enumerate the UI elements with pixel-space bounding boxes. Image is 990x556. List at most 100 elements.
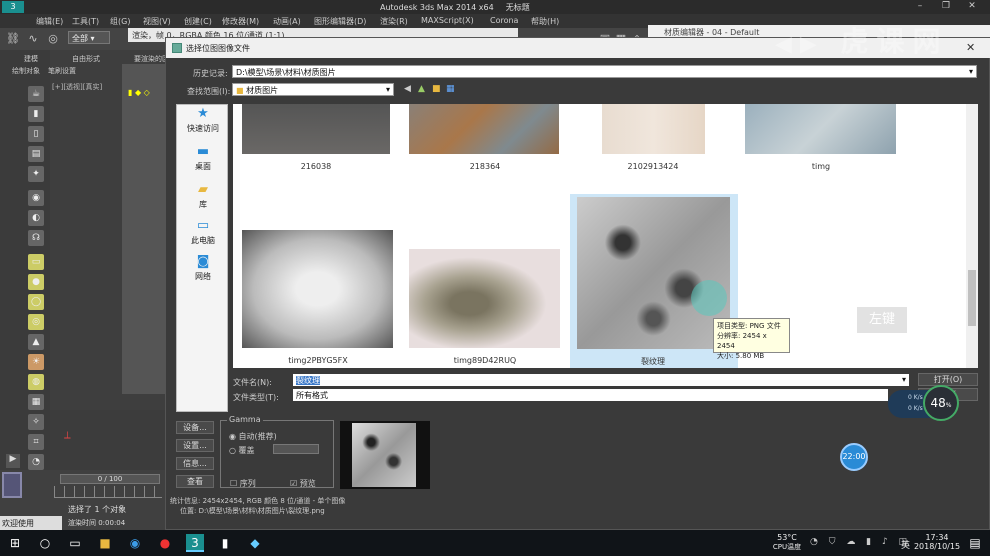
tab-paint-objects[interactable]: 绘制对象	[12, 66, 40, 76]
file-thumbnail[interactable]	[409, 104, 559, 154]
menu-views[interactable]: 视图(V)	[143, 16, 171, 27]
plane-icon[interactable]: ▭	[28, 254, 44, 270]
file-thumbnail[interactable]	[409, 249, 560, 348]
file-thumbnail[interactable]	[242, 104, 390, 154]
lookin-dropdown[interactable]: ■ 材质图片 ▾	[232, 83, 394, 96]
torus-icon[interactable]: ◯	[28, 294, 44, 310]
viewport-strip[interactable]: ▮ ◆ ◇	[122, 64, 165, 394]
light-icon[interactable]: ✦	[28, 166, 44, 182]
file-thumbnail[interactable]	[577, 197, 730, 349]
menu-help[interactable]: 帮助(H)	[531, 16, 559, 27]
file-thumbnail[interactable]	[242, 230, 393, 348]
file-thumbnail[interactable]	[602, 104, 705, 154]
link-icon[interactable]: ⛓	[6, 32, 20, 46]
info-button[interactable]: 信息...	[176, 457, 214, 470]
setup-button[interactable]: 设备...	[176, 421, 214, 434]
gamma-override-radio[interactable]: ○ 覆盖	[229, 445, 255, 456]
sun-icon[interactable]: ☀	[28, 354, 44, 370]
unlink-icon[interactable]: ∿	[26, 32, 40, 46]
sphere-icon[interactable]: ●	[28, 274, 44, 290]
helper-icon[interactable]: ◐	[28, 210, 44, 226]
timeline-slider[interactable]: 0 / 100	[60, 474, 160, 484]
minimize-button[interactable]: –	[910, 1, 930, 13]
menu-modifiers[interactable]: 修改器(M)	[222, 16, 259, 27]
open-button[interactable]: 打开(O)	[918, 373, 978, 386]
globe-icon[interactable]: ◔	[28, 454, 44, 470]
memory-usage-badge[interactable]: 48%	[923, 385, 959, 421]
teapot-icon[interactable]: ☕	[28, 86, 44, 102]
place-desktop[interactable]: ▬ 桌面	[177, 145, 229, 172]
dialog-close-button[interactable]: ✕	[966, 41, 975, 54]
menu-edit[interactable]: 编辑(E)	[36, 16, 63, 27]
task-view-icon[interactable]: ▭	[66, 534, 84, 552]
notification-icon[interactable]: ▤	[966, 534, 984, 552]
menu-animation[interactable]: 动画(A)	[273, 16, 301, 27]
box-icon[interactable]: ▮	[28, 106, 44, 122]
menu-create[interactable]: 创建(C)	[184, 16, 212, 27]
browser-icon[interactable]: ◉	[126, 534, 144, 552]
close-button[interactable]: ✕	[962, 1, 982, 13]
maximize-button[interactable]: ❐	[936, 1, 956, 13]
search-icon[interactable]: ○	[36, 534, 54, 552]
grid-icon[interactable]: ▤	[28, 146, 44, 162]
tab-brush-settings[interactable]: 笔刷设置	[48, 66, 76, 76]
file-list-scrollbar[interactable]	[966, 104, 978, 368]
tray-icons[interactable]: ◔ ⛉ ☁ ▮ ♪ ◫	[810, 537, 911, 547]
place-network[interactable]: ◙ 网络	[177, 255, 229, 282]
menu-maxscript[interactable]: MAXScript(X)	[421, 16, 474, 25]
place-library[interactable]: ▰ 库	[177, 183, 229, 210]
clock[interactable]: 17:34 2018/10/15	[912, 533, 962, 551]
preview-image	[352, 423, 416, 487]
file-thumbnail[interactable]	[745, 104, 896, 154]
camera-icon[interactable]: ◉	[28, 190, 44, 206]
tab-freeform[interactable]: 自由形式	[72, 54, 100, 64]
geosphere-icon[interactable]: ◍	[28, 374, 44, 390]
filetype-dropdown[interactable]: 所有格式	[293, 389, 888, 401]
particle-icon[interactable]: ✧	[28, 414, 44, 430]
selection-filter-dropdown[interactable]: 全部 ▾	[68, 31, 110, 44]
view-button[interactable]: 查看	[176, 475, 214, 488]
input-language[interactable]: 英	[901, 538, 910, 551]
wire-icon[interactable]: ⌗	[28, 434, 44, 450]
tab-modeling[interactable]: 建模	[24, 54, 38, 64]
maxscript-listener[interactable]: 欢迎使用 MAXSc	[0, 516, 62, 538]
menu-tools[interactable]: 工具(T)	[72, 16, 99, 27]
viewport-label[interactable]: [+][透视][真实]	[52, 82, 102, 92]
play-icon[interactable]: ▶	[6, 454, 20, 468]
3dsmax-taskbar-icon[interactable]: 3	[186, 534, 204, 552]
bind-icon[interactable]: ◎	[46, 32, 60, 46]
file-explorer-icon[interactable]: ■	[96, 534, 114, 552]
stairs-icon[interactable]: ▦	[28, 394, 44, 410]
gamma-value-spinner[interactable]	[273, 444, 319, 454]
cylinder-icon[interactable]: ▯	[28, 126, 44, 142]
menu-group[interactable]: 组(G)	[110, 16, 130, 27]
settings-button[interactable]: 设置...	[176, 439, 214, 452]
viewport-tools-icon[interactable]: ▮ ◆ ◇	[128, 88, 150, 97]
app-bars-icon[interactable]: ▮	[216, 534, 234, 552]
view-menu-icon[interactable]: ▦	[446, 84, 455, 94]
file-list[interactable]: 216038 218364 2102913424 timg timg2PBYG5…	[233, 104, 978, 368]
active-object-swatch[interactable]	[2, 472, 22, 498]
windows-start-icon[interactable]: ⊞	[6, 534, 24, 552]
tube-icon[interactable]: ◎	[28, 314, 44, 330]
place-this-pc[interactable]: ▭ 此电脑	[177, 219, 229, 246]
app-logo-icon[interactable]: 3	[2, 1, 24, 13]
menu-graph-editors[interactable]: 图形编辑器(D)	[314, 16, 366, 27]
spacewarp-icon[interactable]: ☊	[28, 230, 44, 246]
menu-corona[interactable]: Corona	[490, 16, 518, 25]
timer-badge[interactable]: 22:00	[840, 443, 868, 471]
place-quick-access[interactable]: ★ 快速访问	[177, 107, 229, 134]
cone-icon[interactable]: ▲	[28, 334, 44, 350]
up-folder-icon[interactable]: ▲	[418, 84, 425, 94]
sequence-checkbox[interactable]: ☐ 序列	[230, 478, 256, 489]
back-icon[interactable]: ◀	[404, 84, 411, 94]
preview-checkbox[interactable]: ☑ 预览	[290, 478, 316, 489]
scrollbar-thumb[interactable]	[968, 270, 976, 326]
app-blue-icon[interactable]: ◆	[246, 534, 264, 552]
menu-rendering[interactable]: 渲染(R)	[380, 16, 408, 27]
new-folder-icon[interactable]: ■	[432, 84, 441, 94]
app-red-icon[interactable]: ●	[156, 534, 174, 552]
history-dropdown[interactable]: D:\模型\场景\材料\材质图片 ▾	[232, 65, 977, 78]
filename-input[interactable]: 裂纹理 ▾	[293, 374, 909, 386]
gamma-auto-radio[interactable]: ◉ 自动(推荐)	[229, 431, 277, 442]
